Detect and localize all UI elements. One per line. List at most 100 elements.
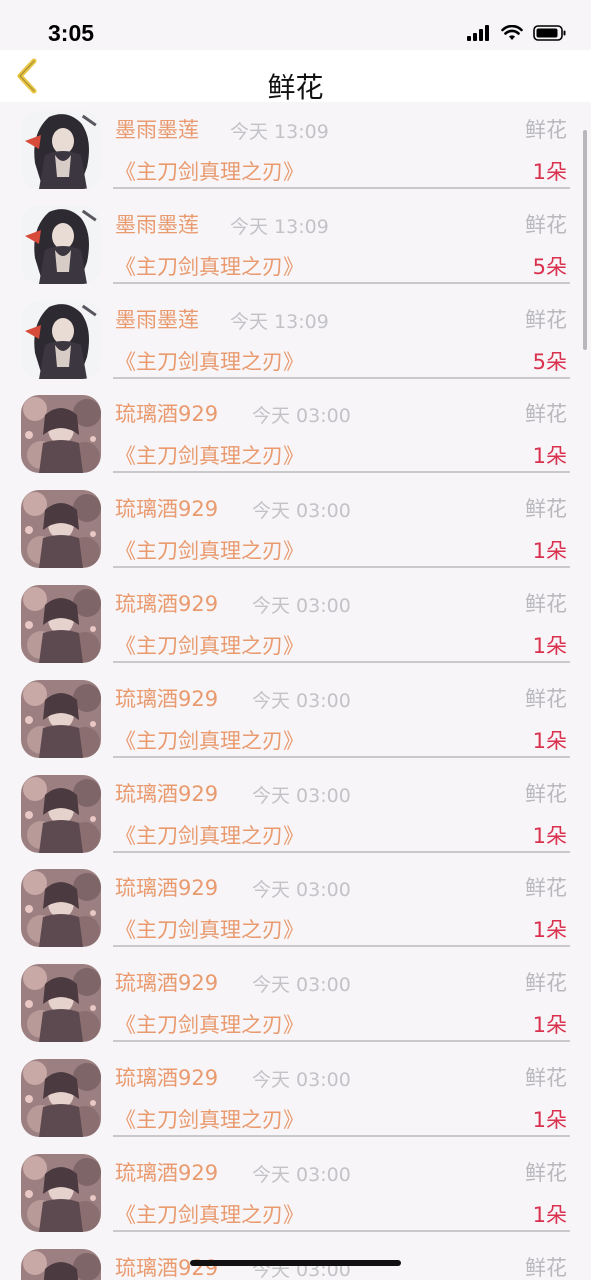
sender-name[interactable]: 琉璃酒929 [115, 398, 218, 428]
timestamp: 今天 13:09 [230, 215, 329, 238]
row-divider [113, 471, 570, 474]
book-title-link[interactable]: 《主刀剑真理之刃》 [115, 630, 304, 660]
user-avatar[interactable] [21, 205, 101, 284]
user-avatar[interactable] [21, 300, 101, 379]
sender-name[interactable]: 琉璃酒929 [115, 872, 218, 902]
sender-name[interactable]: 琉璃酒929 [115, 1157, 218, 1187]
list-item[interactable]: 琉璃酒929 今天 03:00 鲜花 《主刀剑真理之刃》 1朵 [0, 481, 591, 576]
timestamp: 今天 03:00 [252, 500, 351, 523]
gift-type-label: 鲜花 [525, 686, 567, 711]
timestamp: 今天 13:09 [230, 121, 329, 143]
flower-count: 5朵 [532, 349, 567, 374]
user-avatar[interactable] [21, 679, 101, 758]
gift-type-label: 鲜花 [525, 781, 567, 806]
list-item[interactable]: 墨雨墨莲 今天 13:09 鲜花《主刀剑真理之刃》 1朵 [0, 102, 591, 197]
row-divider [113, 945, 570, 948]
navigation-bar: 鲜花 [0, 50, 591, 104]
user-avatar[interactable] [21, 1248, 101, 1280]
book-title-link[interactable]: 《主刀剑真理之刃》 [115, 1104, 304, 1134]
user-avatar[interactable] [21, 585, 101, 663]
book-title-link[interactable]: 《主刀剑真理之刃》 [115, 914, 304, 944]
flower-count: 1朵 [532, 918, 567, 943]
row-divider [113, 281, 570, 284]
user-avatar[interactable] [21, 1153, 101, 1232]
sender-name[interactable]: 琉璃酒929 [115, 588, 218, 618]
row-divider [113, 1229, 570, 1232]
row-divider [113, 566, 570, 569]
book-title-link[interactable]: 《主刀剑真理之刃》 [115, 1009, 304, 1039]
gift-type-label: 鲜花 [525, 1255, 567, 1280]
timestamp: 今天 03:00 [252, 405, 351, 428]
sender-name[interactable]: 墨雨墨莲 [115, 304, 199, 334]
flower-count: 1朵 [532, 539, 567, 564]
user-avatar[interactable] [21, 395, 101, 474]
status-icons [467, 24, 567, 46]
flower-count: 1朵 [532, 1013, 567, 1038]
user-avatar[interactable] [21, 774, 101, 853]
gift-type-label: 鲜花 [525, 1066, 567, 1090]
row-divider [113, 376, 570, 379]
list-item[interactable]: 琉璃酒929 今天 03:00 鲜花《主刀剑真理之刃》 1朵 [0, 766, 591, 861]
flower-count: 1朵 [532, 634, 567, 658]
list-item[interactable]: 墨雨墨莲 今天 13:09 鲜花 《主刀剑真理之刃》 5朵 [0, 197, 591, 292]
book-title-link[interactable]: 《主刀剑真理之刃》 [115, 346, 304, 376]
sender-name[interactable]: 琉璃酒929 [115, 683, 218, 713]
user-avatar[interactable] [21, 964, 101, 1043]
flower-count: 1朵 [532, 823, 567, 848]
gift-type-label: 鲜花 [525, 876, 567, 901]
status-time: 3:05 [48, 20, 95, 46]
cellular-signal-icon [467, 25, 491, 45]
sender-name[interactable]: 琉璃酒929 [115, 778, 218, 808]
flower-count: 1朵 [532, 1202, 567, 1227]
list-item[interactable]: 墨雨墨莲 今天 13:09 鲜花 《主刀剑真理之刃》 5朵 [0, 292, 591, 387]
timestamp: 今天 03:00 [252, 974, 351, 997]
flower-count: 1朵 [532, 728, 567, 753]
home-indicator[interactable] [190, 1260, 401, 1266]
list-item[interactable]: 琉璃酒929 今天 03:00 鲜花《主刀剑真理之刃》 1朵 [0, 386, 591, 481]
timestamp: 今天 03:00 [252, 879, 351, 902]
row-divider [113, 187, 570, 189]
list-item[interactable]: 琉璃酒929 今天 03:00 鲜花《主刀剑真理之刃》 1朵 [0, 1050, 591, 1145]
gift-type-label: 鲜花 [525, 971, 567, 996]
user-avatar[interactable] [21, 1059, 101, 1137]
book-title-link[interactable]: 《主刀剑真理之刃》 [115, 535, 304, 565]
sender-name[interactable]: 琉璃酒929 [115, 493, 218, 523]
user-avatar[interactable] [21, 111, 101, 189]
timestamp: 今天 03:00 [252, 784, 351, 807]
page-title: 鲜花 [267, 71, 324, 104]
timestamp: 今天 03:00 [252, 595, 351, 617]
flower-count: 1朵 [532, 160, 567, 184]
timestamp: 今天 13:09 [230, 310, 329, 333]
list-item[interactable]: 琉璃酒929 今天 03:00 鲜花 《主刀剑真理之刃》 1朵 [0, 1145, 591, 1240]
gift-type-label: 鲜花 [525, 1160, 567, 1185]
timestamp: 今天 03:00 [252, 1069, 351, 1091]
gift-type-label: 鲜花 [525, 212, 567, 237]
book-title-link[interactable]: 《主刀剑真理之刃》 [115, 1199, 304, 1229]
book-title-link[interactable]: 《主刀剑真理之刃》 [115, 820, 304, 850]
gift-type-label: 鲜花 [525, 402, 567, 427]
book-title-link[interactable]: 《主刀剑真理之刃》 [115, 440, 304, 470]
scroll-indicator [583, 130, 587, 350]
flower-record-list[interactable]: 墨雨墨莲 今天 13:09 鲜花 《主刀剑真理之刃》 1朵 墨雨墨莲 今天 13:09 鲜花… [0, 102, 591, 1280]
flower-count: 1朵 [532, 1108, 567, 1132]
row-divider [113, 755, 570, 758]
sender-name[interactable]: 墨雨墨莲 [115, 114, 199, 144]
user-avatar[interactable] [21, 490, 101, 569]
book-title-link[interactable]: 《主刀剑真理之刃》 [115, 156, 304, 186]
gift-type-label: 鲜花 [525, 118, 567, 142]
user-avatar[interactable] [21, 869, 101, 948]
sender-name[interactable]: 琉璃酒929 [115, 967, 218, 997]
book-title-link[interactable]: 《主刀剑真理之刃》 [115, 251, 304, 281]
list-item[interactable]: 琉璃酒929 今天 03:00 鲜花 《主刀剑真理之刃》 1朵 [0, 671, 591, 766]
sender-name[interactable]: 墨雨墨莲 [115, 209, 199, 239]
list-item[interactable]: 琉璃酒929 今天 03:00 鲜花《主刀剑真理之刃》 1朵 [0, 955, 591, 1050]
wifi-icon [501, 24, 523, 45]
status-bar: 3:05 [0, 0, 591, 50]
gift-type-label: 鲜花 [525, 592, 567, 616]
list-item[interactable]: 琉璃酒929 今天 03:00 鲜花《主刀剑真理之刃》 1朵 [0, 576, 591, 671]
sender-name[interactable]: 琉璃酒929 [115, 1062, 218, 1092]
book-title-link[interactable]: 《主刀剑真理之刃》 [115, 725, 304, 755]
flower-count: 1朵 [532, 444, 567, 469]
list-item[interactable]: 琉璃酒929 今天 03:00 鲜花《主刀剑真理之刃》 1朵 [0, 860, 591, 955]
timestamp: 今天 03:00 [252, 1258, 351, 1280]
